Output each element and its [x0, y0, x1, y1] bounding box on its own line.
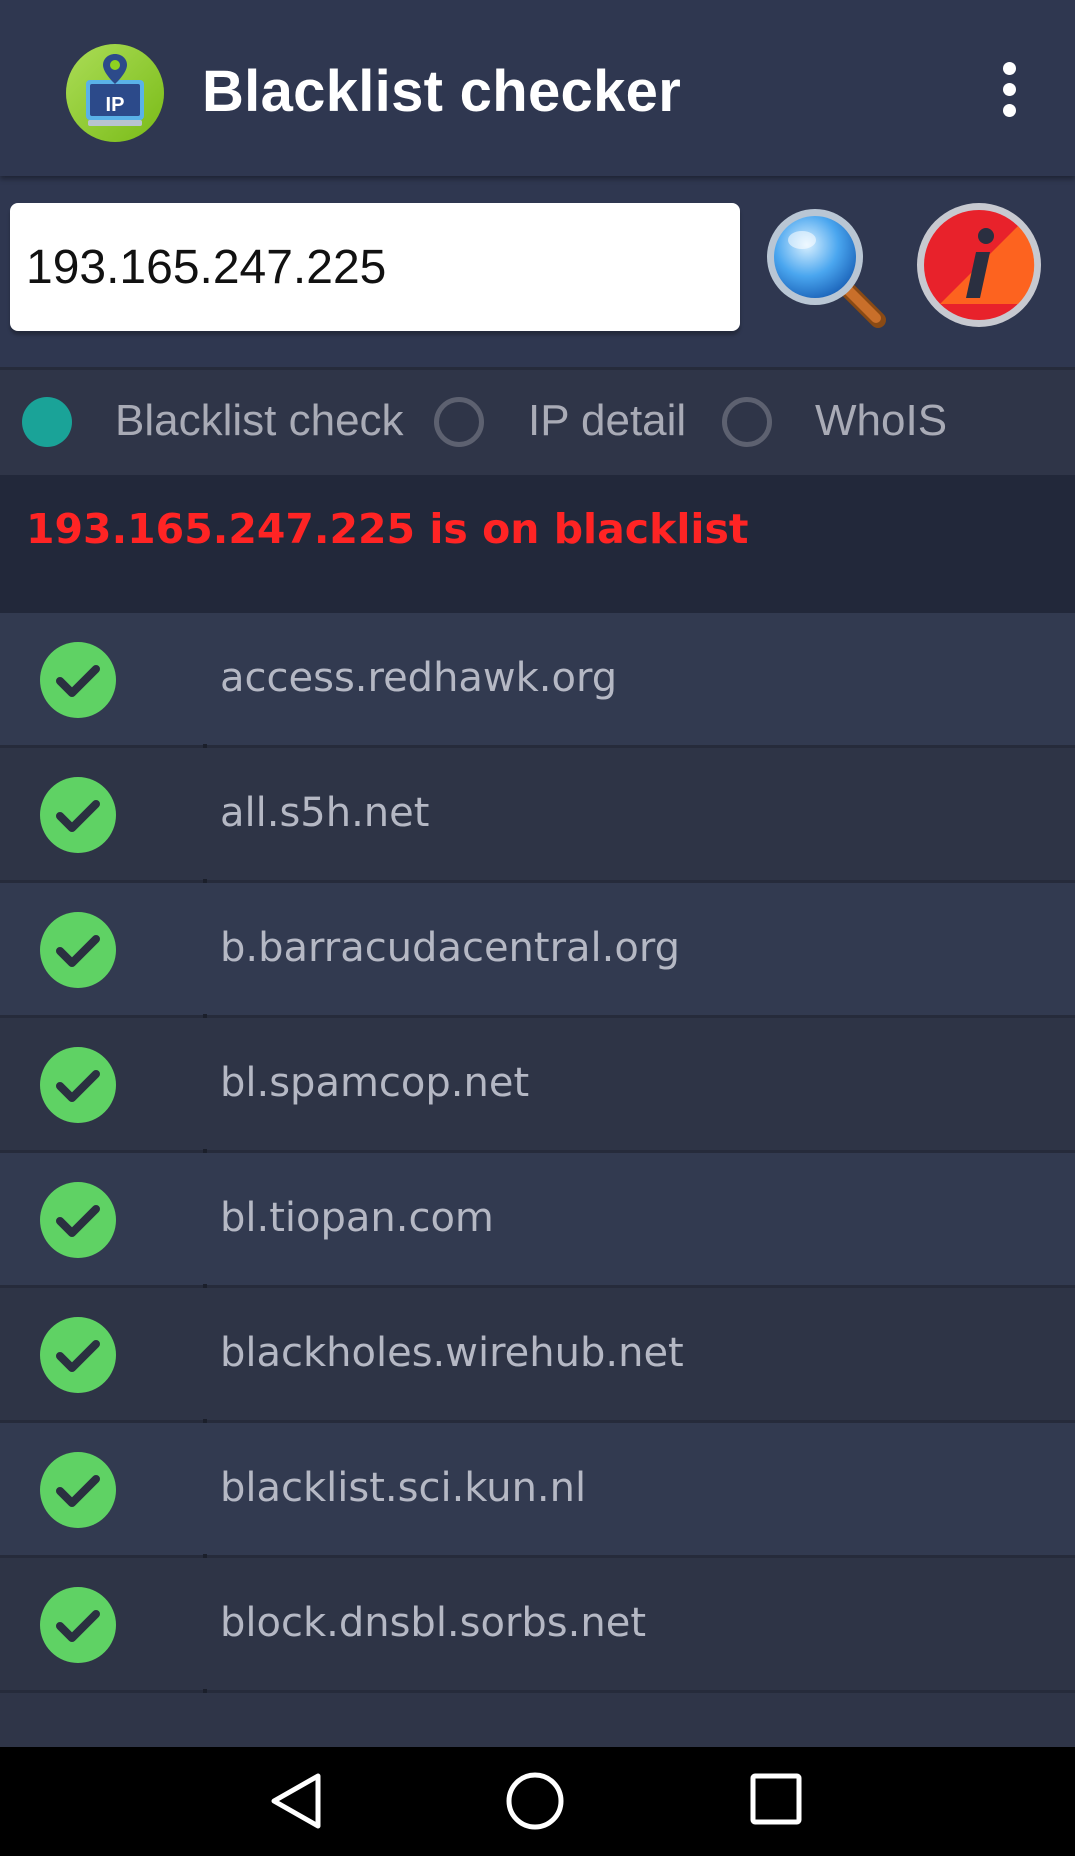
more-vert-icon[interactable]: [990, 62, 1028, 122]
mode-selector: Blacklist check IP detail WhoIS: [0, 372, 1075, 475]
info-icon[interactable]: [916, 202, 1042, 328]
check-circle-icon: [40, 1047, 116, 1123]
home-circle-icon[interactable]: [505, 1771, 565, 1831]
blacklist-name: all.s5h.net: [220, 790, 430, 836]
list-item[interactable]: blacklist.sci.kun.nl: [0, 1423, 1075, 1558]
radio-blacklist-check[interactable]: [22, 397, 72, 447]
row-divider: [203, 1689, 207, 1693]
list-item[interactable]: blackholes.wirehub.net: [0, 1288, 1075, 1423]
blacklist-name: access.redhawk.org: [220, 655, 618, 701]
blacklist-name: bl.spamcop.net: [220, 1060, 530, 1106]
search-row: [0, 176, 1075, 370]
list-item[interactable]: all.s5h.net: [0, 748, 1075, 883]
radio-label-ip-detail[interactable]: IP detail: [528, 396, 686, 446]
app-title: Blacklist checker: [202, 59, 682, 124]
check-circle-icon: [40, 1317, 116, 1393]
check-circle-icon: [40, 1452, 116, 1528]
blacklist-name: blacklist.sci.kun.nl: [220, 1465, 587, 1511]
radio-label-blacklist-check[interactable]: Blacklist check: [115, 396, 404, 446]
radio-ip-detail[interactable]: [434, 397, 484, 447]
system-navigation-bar: [0, 1747, 1075, 1856]
radio-label-whois[interactable]: WhoIS: [815, 396, 947, 446]
svg-text:IP: IP: [106, 94, 125, 116]
status-banner: 193.165.247.225 is on blacklist: [0, 475, 1075, 613]
check-circle-icon: [40, 912, 116, 988]
app-logo-icon: IP: [66, 44, 164, 142]
blacklist-name: b.barracudacentral.org: [220, 925, 680, 971]
list-item[interactable]: bl.tiopan.com: [0, 1153, 1075, 1288]
check-circle-icon: [40, 1587, 116, 1663]
blacklist-name: bl.tiopan.com: [220, 1195, 494, 1241]
back-triangle-icon[interactable]: [268, 1771, 324, 1831]
radio-whois[interactable]: [722, 397, 772, 447]
check-circle-icon: [40, 642, 116, 718]
blacklist-name: blackholes.wirehub.net: [220, 1330, 684, 1376]
check-circle-icon: [40, 777, 116, 853]
list-item[interactable]: b.barracudacentral.org: [0, 883, 1075, 1018]
list-item[interactable]: bl.spamcop.net: [0, 1018, 1075, 1153]
blacklist-results-list[interactable]: access.redhawk.org all.s5h.net b.barracuda…: [0, 613, 1075, 1747]
blacklist-name: block.dnsbl.sorbs.net: [220, 1600, 646, 1646]
recents-square-icon[interactable]: [750, 1773, 802, 1825]
app-bar: IP Blacklist checker: [0, 0, 1075, 176]
app-screen: IP Blacklist checker 193.165.247.225 Bla…: [0, 0, 1075, 1856]
blacklist-status-text: 193.165.247.225 is on blacklist: [26, 505, 749, 553]
check-circle-icon: [40, 1182, 116, 1258]
ip-address-input[interactable]: [10, 203, 740, 331]
list-item[interactable]: block.dnsbl.sorbs.net: [0, 1558, 1075, 1693]
magnifier-icon[interactable]: [760, 202, 890, 332]
list-item[interactable]: access.redhawk.org: [0, 613, 1075, 748]
